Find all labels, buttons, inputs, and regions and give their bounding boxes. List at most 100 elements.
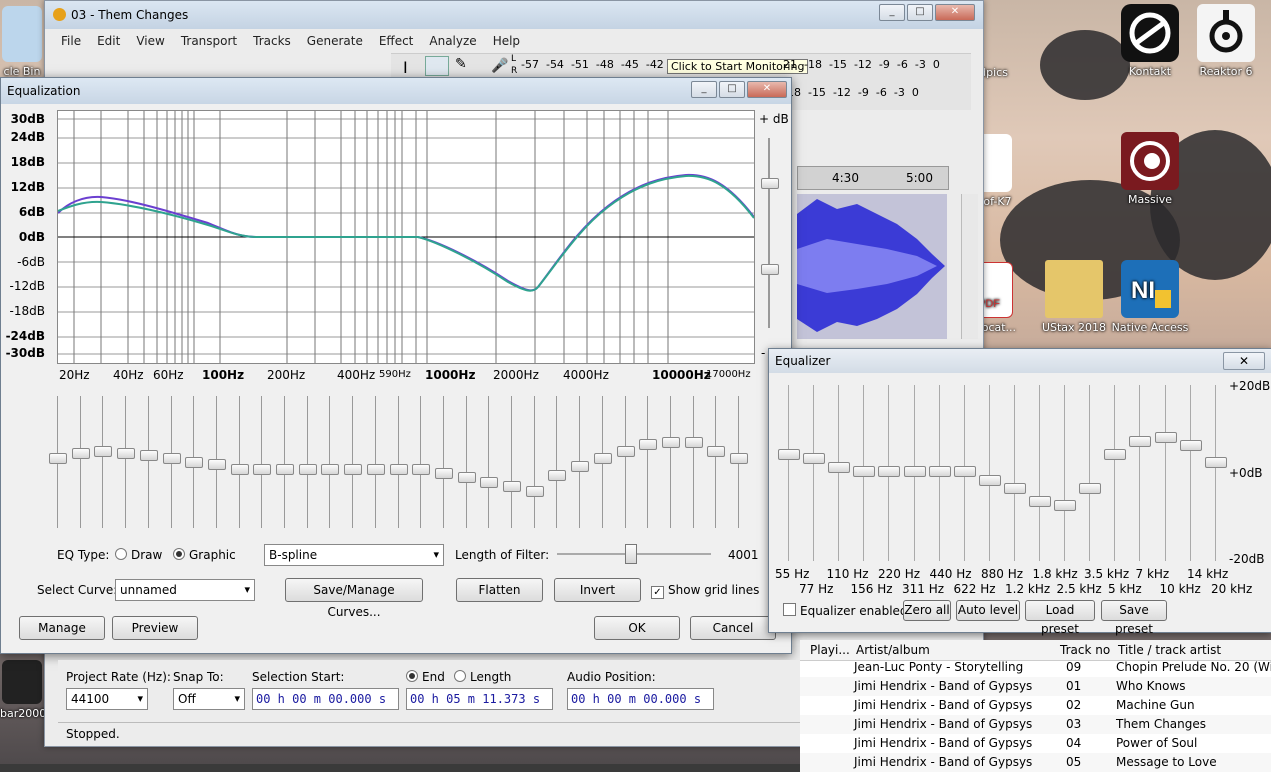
vertical-scrollbar[interactable] (961, 194, 978, 339)
maximize-button[interactable]: □ (719, 81, 745, 98)
eq-band-slider-thumb[interactable] (480, 477, 498, 488)
eq-band-slider-thumb[interactable] (390, 464, 408, 475)
fb-band-slider-thumb[interactable] (878, 466, 900, 477)
menu-generate[interactable]: Generate (299, 31, 371, 51)
eq-band-slider-track[interactable] (670, 396, 671, 528)
menu-view[interactable]: View (128, 31, 172, 51)
eq-band-slider-thumb[interactable] (117, 448, 135, 459)
eq-band-slider-track[interactable] (102, 396, 103, 528)
end-radio[interactable]: End (406, 670, 445, 684)
fb-band-slider-track[interactable] (1165, 385, 1166, 561)
filter-length-thumb[interactable] (625, 544, 637, 564)
manage-button[interactable]: Manage (19, 616, 105, 640)
interpolation-select[interactable]: B-spline (264, 544, 444, 566)
desktop-icon-native-access[interactable]: NI Native Access (1110, 260, 1190, 334)
draw-tool-icon[interactable]: ✎ (455, 56, 467, 72)
desktop-icon-foobar[interactable]: bar2000 (0, 660, 44, 720)
eq-band-slider-thumb[interactable] (231, 464, 249, 475)
eq-band-slider-thumb[interactable] (367, 464, 385, 475)
length-radio[interactable]: Length (454, 670, 511, 684)
audio-position-field[interactable]: 00 h 00 m 00.000 s (567, 688, 714, 710)
eq-band-slider-thumb[interactable] (707, 446, 725, 457)
fb-band-slider-thumb[interactable] (1129, 436, 1151, 447)
eq-band-slider-thumb[interactable] (730, 453, 748, 464)
eq-band-slider-thumb[interactable] (49, 453, 67, 464)
ok-button[interactable]: OK (594, 616, 680, 640)
foobar-eq-titlebar[interactable]: Equalizer ✕ (769, 349, 1271, 373)
eq-band-slider-track[interactable] (556, 396, 557, 528)
auto-level-button[interactable]: Auto level (956, 600, 1020, 621)
fb-band-slider-thumb[interactable] (1004, 483, 1026, 494)
column-title[interactable]: Title / track artist (1118, 643, 1221, 657)
eq-band-slider-thumb[interactable] (662, 437, 680, 448)
cancel-button[interactable]: Cancel (690, 616, 776, 640)
column-artist-album[interactable]: Artist/album (856, 643, 930, 657)
menu-analyze[interactable]: Analyze (421, 31, 484, 51)
eq-band-slider-thumb[interactable] (503, 481, 521, 492)
eq-curve-graph[interactable] (57, 110, 755, 364)
load-preset-button[interactable]: Load preset (1025, 600, 1095, 636)
eq-band-slider-track[interactable] (148, 396, 149, 528)
fb-band-slider-thumb[interactable] (778, 449, 800, 460)
eq-band-slider-thumb[interactable] (526, 486, 544, 497)
fb-band-slider-thumb[interactable] (1029, 496, 1051, 507)
column-playing[interactable]: Playi... (810, 643, 850, 657)
min-db-slider-thumb[interactable] (761, 264, 779, 275)
fb-band-slider-track[interactable] (1190, 385, 1191, 561)
selection-end-field[interactable]: 00 h 05 m 11.373 s (406, 688, 553, 710)
eq-band-slider-track[interactable] (375, 396, 376, 528)
max-db-slider-track[interactable] (768, 138, 770, 328)
eq-band-slider-track[interactable] (239, 396, 240, 528)
eq-band-slider-track[interactable] (125, 396, 126, 528)
eq-band-slider-track[interactable] (307, 396, 308, 528)
maximize-button[interactable]: □ (907, 4, 933, 21)
max-db-slider-thumb[interactable] (761, 178, 779, 189)
fb-band-slider-thumb[interactable] (1054, 500, 1076, 511)
fb-band-slider-thumb[interactable] (803, 453, 825, 464)
eq-band-slider-thumb[interactable] (163, 453, 181, 464)
fb-band-slider-thumb[interactable] (1104, 449, 1126, 460)
fb-band-slider-thumb[interactable] (1205, 457, 1227, 468)
desktop-icon-reaktor[interactable]: Reaktor 6 (1186, 4, 1266, 78)
eq-band-slider-track[interactable] (329, 396, 330, 528)
fb-band-slider-thumb[interactable] (1180, 440, 1202, 451)
column-track-no[interactable]: Track no (1060, 643, 1110, 657)
equalization-titlebar[interactable]: Equalization _ □ ✕ (1, 78, 791, 104)
zero-all-button[interactable]: Zero all (903, 600, 951, 621)
fb-band-slider-track[interactable] (1039, 385, 1040, 561)
timeline-ruler[interactable]: 4:30 5:00 (797, 166, 949, 190)
eq-band-slider-track[interactable] (534, 396, 535, 528)
eq-band-slider-thumb[interactable] (72, 448, 90, 459)
draw-radio[interactable]: Draw (115, 548, 162, 562)
eq-band-slider-track[interactable] (466, 396, 467, 528)
eq-band-slider-thumb[interactable] (321, 464, 339, 475)
graphic-radio[interactable]: Graphic (173, 548, 236, 562)
playlist-row[interactable]: Jimi Hendrix - Band of Gypsys 03 Them Chan… (800, 715, 1271, 734)
selection-tool-icon[interactable]: I (403, 58, 408, 77)
playlist-row[interactable]: Jimi Hendrix - Band of Gypsys 04 Power of … (800, 734, 1271, 753)
eq-band-slider-thumb[interactable] (639, 439, 657, 450)
equalizer-enabled-checkbox[interactable]: Equalizer enabled (783, 603, 908, 618)
minimize-button[interactable]: _ (691, 81, 717, 98)
eq-band-slider-track[interactable] (261, 396, 262, 528)
fb-band-slider-thumb[interactable] (1079, 483, 1101, 494)
snap-to-select[interactable]: Off (173, 688, 245, 710)
fb-band-slider-track[interactable] (1064, 385, 1065, 561)
fb-band-slider-track[interactable] (1215, 385, 1216, 561)
record-meter-scale[interactable]: -57 -54 -51 -48 -45 -42 -3 (521, 58, 682, 71)
fb-band-slider-track[interactable] (1089, 385, 1090, 561)
menu-effect[interactable]: Effect (371, 31, 422, 51)
audacity-titlebar[interactable]: 03 - Them Changes _ □ ✕ (45, 1, 983, 29)
menu-edit[interactable]: Edit (89, 31, 128, 51)
eq-band-slider-thumb[interactable] (617, 446, 635, 457)
preview-button[interactable]: Preview (112, 616, 198, 640)
project-rate-select[interactable]: 44100 (66, 688, 148, 710)
eq-band-slider-track[interactable] (420, 396, 421, 528)
fb-band-slider-thumb[interactable] (1155, 432, 1177, 443)
fb-band-slider-thumb[interactable] (904, 466, 926, 477)
save-manage-curves-button[interactable]: Save/Manage Curves... (285, 578, 423, 619)
menu-transport[interactable]: Transport (173, 31, 245, 51)
desktop-icon-recycle-bin[interactable]: cle Bin (0, 6, 44, 78)
playlist-row[interactable]: Jean-Luc Ponty - Storytelling 09 Chopin Pr… (800, 658, 1271, 677)
microphone-icon[interactable]: 🎤 (491, 58, 508, 74)
